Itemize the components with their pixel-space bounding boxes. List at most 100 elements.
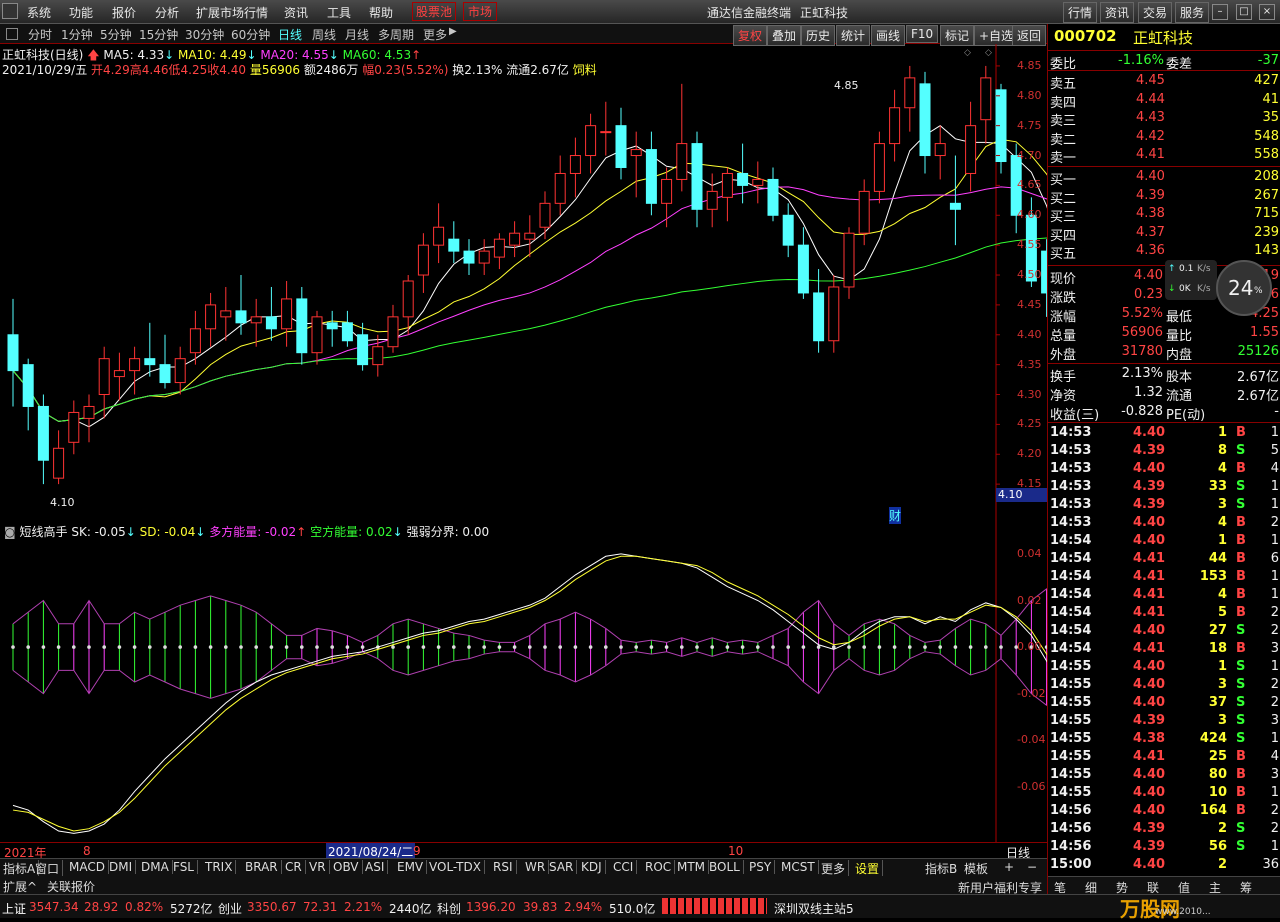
ext-related-quote[interactable]: 关联报价 <box>47 878 95 895</box>
minimize-icon[interactable]: – <box>1212 4 1228 20</box>
tool-f10[interactable]: F10 <box>906 25 939 43</box>
indicator-tab[interactable]: DMA <box>141 860 173 874</box>
indicator-tab[interactable]: 指标A <box>3 860 40 877</box>
tool-adjust[interactable]: 复权 <box>733 25 768 46</box>
kline-svg[interactable] <box>0 44 1047 522</box>
period-30min[interactable]: 30分钟 <box>185 26 224 43</box>
kc-label[interactable]: 科创 <box>437 900 461 917</box>
expand-icon[interactable]: ◇ <box>964 48 971 58</box>
orderbook-row[interactable]: 买二 4.39 267 <box>1048 187 1280 207</box>
menu-tools[interactable]: 工具 <box>327 4 351 21</box>
orderbook-row[interactable]: 买四 4.37 239 <box>1048 224 1280 244</box>
orderbook-row[interactable]: 买一 4.40 208 <box>1048 168 1280 188</box>
cy-label[interactable]: 创业 <box>218 900 242 917</box>
indicator-tab[interactable]: CCI <box>613 860 638 874</box>
candle <box>7 298 19 407</box>
expand-icon[interactable]: ◇ <box>985 48 992 58</box>
tool-mark[interactable]: 标记 <box>940 25 975 46</box>
period-tick[interactable]: 分时 <box>28 26 52 43</box>
indicator-tab[interactable]: TRIX <box>205 860 237 874</box>
tool-overlay[interactable]: 叠加 <box>767 25 802 46</box>
indicator-tab[interactable]: BRAR <box>245 860 282 874</box>
close-icon[interactable]: × <box>1259 4 1275 20</box>
period-monthly[interactable]: 月线 <box>345 26 369 43</box>
indicator-tab[interactable]: RSI <box>493 860 517 874</box>
orderbook-row[interactable]: 卖二 4.42 548 <box>1048 128 1280 148</box>
server-name[interactable]: 深圳双线主站5 <box>774 900 854 917</box>
indicator-tab[interactable]: 设置 <box>855 860 884 877</box>
indicator-tab[interactable]: VR <box>309 860 330 874</box>
btn-news[interactable]: 资讯 <box>1100 2 1135 23</box>
orderbook-label: 买三 <box>1050 210 1077 226</box>
period-15min[interactable]: 15分钟 <box>139 26 178 43</box>
orderbook-row[interactable]: 买三 4.38 715 <box>1048 205 1280 226</box>
indicator-tab-right[interactable]: 指标B <box>925 860 957 877</box>
sh-label[interactable]: 上证 <box>2 900 26 917</box>
app-icon[interactable] <box>2 3 18 19</box>
candle <box>311 310 323 365</box>
btn-trade[interactable]: 交易 <box>1138 2 1173 23</box>
menu-function[interactable]: 功能 <box>69 4 93 21</box>
tick-time: 14:55 <box>1050 677 1092 692</box>
maximize-icon[interactable]: □ <box>1236 4 1252 20</box>
indicator-tab[interactable]: ASI <box>365 860 389 874</box>
indicator-tab[interactable]: MACD <box>69 860 109 874</box>
period-5min[interactable]: 5分钟 <box>100 26 132 43</box>
orderbook-volume: 143 <box>1254 243 1279 259</box>
tool-draw[interactable]: 画线 <box>871 25 906 46</box>
orderbook-row[interactable]: 卖三 4.43 35 <box>1048 109 1280 129</box>
period-daily[interactable]: 日线 <box>278 26 302 43</box>
indicator-tab[interactable]: MTM <box>677 860 710 874</box>
menu-ext-market[interactable]: 扩展市场行情 <box>196 4 268 21</box>
back-icon[interactable] <box>6 28 18 40</box>
indicator-tab-right[interactable]: 模板 <box>964 860 988 877</box>
indicator-panel[interactable]: ◙ 短线高手 SK: -0.05↓ SD: -0.04↓ 多方能量: -0.02… <box>0 522 1047 842</box>
menu-system[interactable]: 系统 <box>27 4 51 21</box>
indicator-tab[interactable]: OBV <box>333 860 363 874</box>
period-multi[interactable]: 多周期 <box>378 26 414 43</box>
menu-quote[interactable]: 报价 <box>112 4 136 21</box>
btn-quote[interactable]: 行情 <box>1063 2 1098 23</box>
more-arrow-icon[interactable]: ▶ <box>449 26 457 37</box>
remove-panel-icon[interactable]: − <box>1027 860 1037 874</box>
indicator-menu-icon[interactable]: ◙ <box>4 525 16 539</box>
indicator-tab[interactable]: 窗口 <box>35 860 64 877</box>
menu-news[interactable]: 资讯 <box>284 4 308 21</box>
orderbook-row[interactable]: 卖五 4.45 427 <box>1048 72 1280 92</box>
indicator-tab[interactable]: KDJ <box>581 860 606 874</box>
menu-analysis[interactable]: 分析 <box>155 4 179 21</box>
add-panel-icon[interactable]: + <box>1004 860 1014 874</box>
menu-stock-pool[interactable]: 股票池 <box>412 2 457 21</box>
tick-side: B <box>1236 461 1246 476</box>
indicator-tab[interactable]: CR <box>285 860 306 874</box>
tool-history[interactable]: 历史 <box>801 25 836 46</box>
indicator-svg[interactable] <box>0 522 1047 842</box>
btn-service[interactable]: 服务 <box>1175 2 1210 23</box>
indicator-tab[interactable]: SAR <box>549 860 578 874</box>
period-more[interactable]: 更多 <box>423 26 447 43</box>
orderbook-row[interactable]: 卖四 4.44 41 <box>1048 91 1280 111</box>
indicator-tab[interactable]: MCST <box>781 860 819 874</box>
indicator-tab[interactable]: PSY <box>749 860 776 874</box>
indicator-tab[interactable]: VOL-TDX <box>429 860 485 874</box>
indicator-tab[interactable]: FSL <box>173 860 198 874</box>
stat-label: 内盘 <box>1166 348 1193 363</box>
indicator-tab[interactable]: WR <box>525 860 550 874</box>
ext-expand[interactable]: 扩展^ <box>3 878 37 895</box>
menu-market[interactable]: 市场 <box>463 2 498 21</box>
indicator-tab[interactable]: 更多 <box>821 860 850 877</box>
orderbook-row[interactable]: 买五 4.36 143 <box>1048 242 1280 262</box>
indicator-tab[interactable]: ROC <box>645 860 676 874</box>
period-1min[interactable]: 1分钟 <box>61 26 93 43</box>
orderbook-row[interactable]: 卖一 4.41 558 <box>1048 146 1280 166</box>
kline-chart[interactable]: 正虹科技(日线) 🡅 MA5: 4.33↓ MA10: 4.49↓ MA20: … <box>0 44 1047 524</box>
indicator-name[interactable]: 短线高手 <box>19 525 67 539</box>
indicator-tab[interactable]: DMI <box>109 860 137 874</box>
indicator-tab[interactable]: BOLL <box>709 860 744 874</box>
indicator-tab[interactable]: EMV <box>397 860 428 874</box>
tool-return[interactable]: 返回 <box>1012 25 1047 46</box>
menu-help[interactable]: 帮助 <box>369 4 393 21</box>
tool-stats[interactable]: 统计 <box>836 25 871 46</box>
period-weekly[interactable]: 周线 <box>312 26 336 43</box>
period-60min[interactable]: 60分钟 <box>231 26 270 43</box>
